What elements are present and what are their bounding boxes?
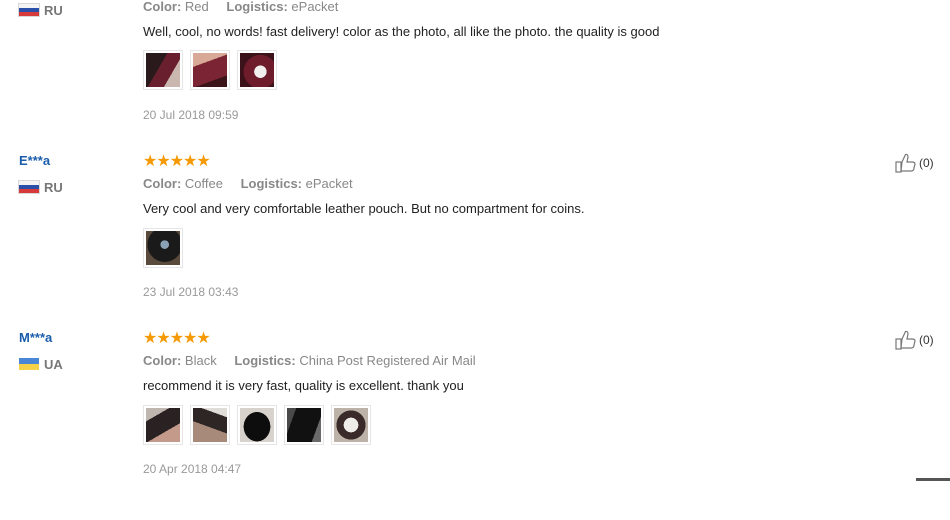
country-code: UA <box>44 356 63 372</box>
review-photo-thumbnail[interactable] <box>237 405 277 445</box>
logistics-label: Logistics: <box>240 176 303 191</box>
thumbs-up-icon <box>895 153 916 173</box>
review-attributes: Color: Black Logistics: China Post Regis… <box>143 353 476 368</box>
color-label: Color: <box>143 353 182 368</box>
scroll-indicator[interactable] <box>916 478 950 481</box>
review-photo-thumbnail[interactable] <box>143 405 183 445</box>
logistics-value: ePacket <box>291 0 339 14</box>
color-label: Color: <box>143 176 182 191</box>
review-date: 20 Jul 2018 09:59 <box>143 108 239 122</box>
logistics-value: China Post Registered Air Mail <box>299 353 476 368</box>
flag-ru-icon <box>19 181 39 193</box>
review-attributes: Color: Coffee Logistics: ePacket <box>143 176 353 191</box>
flag-ua-icon <box>19 358 39 370</box>
color-label: Color: <box>143 0 182 14</box>
review-attributes: Color: Red Logistics: ePacket <box>143 0 338 14</box>
color-value: Coffee <box>184 176 223 191</box>
review-photo-thumbnail[interactable] <box>331 405 371 445</box>
star-rating: ★★★★★ <box>143 153 211 170</box>
review-date: 20 Apr 2018 04:47 <box>143 462 242 476</box>
review-photo-thumbnail[interactable] <box>143 228 183 268</box>
helpful-count: (0) <box>919 156 934 170</box>
review-text: recommend it is very fast, quality is ex… <box>143 378 464 393</box>
review-photo-thumbnail[interactable] <box>190 50 230 90</box>
review-date: 23 Jul 2018 03:43 <box>143 285 239 299</box>
review-photos <box>143 405 378 445</box>
review-photo-thumbnail[interactable] <box>237 50 277 90</box>
country-code: RU <box>44 179 63 195</box>
user-country: UA <box>19 356 63 372</box>
star-rating: ★★★★★ <box>143 330 211 347</box>
review-photo-thumbnail[interactable] <box>190 405 230 445</box>
helpful-count: (0) <box>919 333 934 347</box>
thumbs-up-icon <box>895 330 916 350</box>
logistics-value: ePacket <box>305 176 353 191</box>
helpful-button[interactable]: (0) <box>895 330 934 350</box>
review-text: Well, cool, no words! fast delivery! col… <box>143 24 660 39</box>
review-photos <box>143 228 190 268</box>
logistics-label: Logistics: <box>234 353 296 368</box>
user-country: RU <box>19 2 63 18</box>
logistics-label: Logistics: <box>226 0 288 14</box>
user-name: M***a <box>19 330 53 345</box>
user-name: E***a <box>19 153 51 168</box>
color-value: Black <box>184 353 217 368</box>
review-photos <box>143 50 284 90</box>
review-photo-thumbnail[interactable] <box>143 50 183 90</box>
color-value: Red <box>184 0 209 14</box>
flag-ru-icon <box>19 4 39 16</box>
user-country: RU <box>19 179 63 195</box>
review-photo-thumbnail[interactable] <box>284 405 324 445</box>
review-text: Very cool and very comfortable leather p… <box>143 201 585 216</box>
country-code: RU <box>44 2 63 18</box>
helpful-button[interactable]: (0) <box>895 153 934 173</box>
